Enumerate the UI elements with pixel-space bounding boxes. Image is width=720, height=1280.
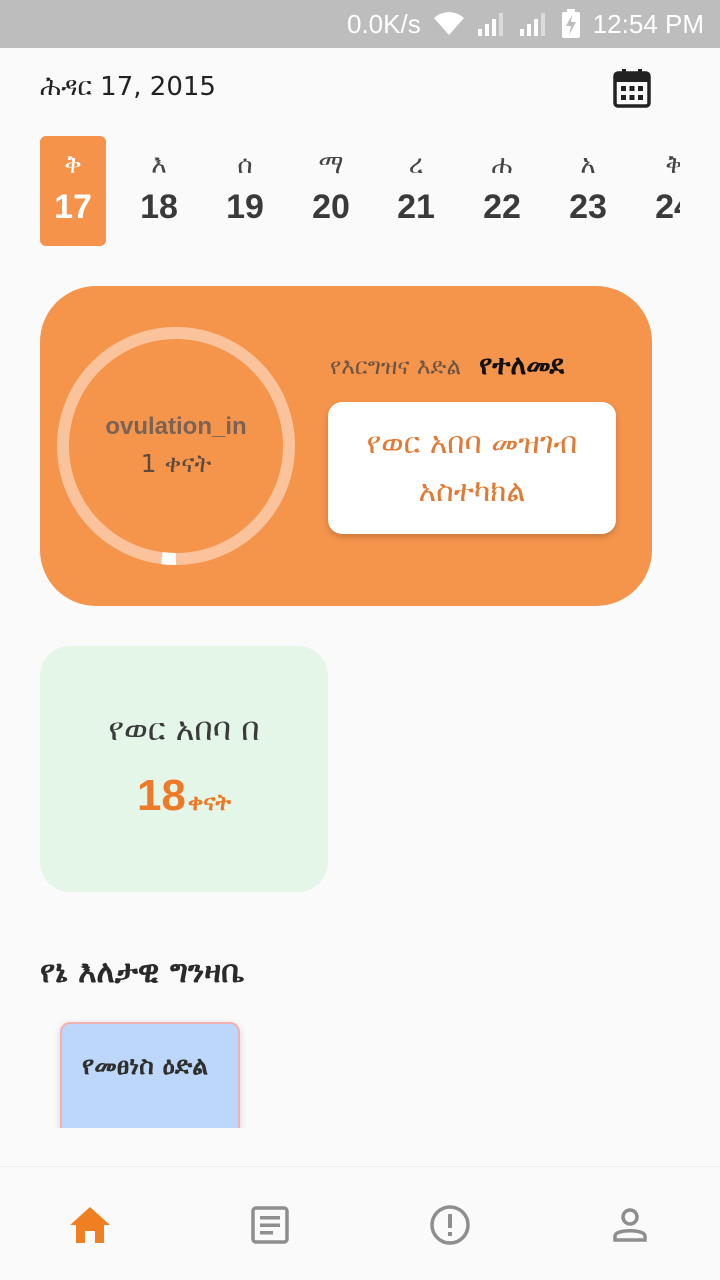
day-number: 21 — [397, 188, 435, 226]
day-item[interactable]: ረ 21 — [383, 136, 449, 246]
signal-icon — [519, 11, 549, 37]
period-countdown: 18 ቀናት — [137, 771, 231, 821]
day-letter: ማ — [318, 150, 344, 180]
day-item[interactable]: ቅ 24 — [641, 136, 680, 246]
day-letter: ሐ — [491, 150, 513, 180]
day-letter: አ — [580, 150, 596, 180]
day-letter: እ — [151, 150, 167, 180]
day-strip[interactable]: ቅ 17 እ 18 ሰ 19 ማ 20 ረ 21 ሐ 22 አ 23 ቅ 24 — [40, 136, 680, 246]
nav-alerts[interactable] — [422, 1197, 478, 1253]
clock: 12:54 PM — [592, 8, 704, 39]
ovulation-days: 1 ቀናት — [140, 449, 212, 478]
insight-card[interactable]: የመፀነስ ዕድል — [60, 1022, 240, 1142]
day-item[interactable]: ቅ 17 — [40, 136, 106, 246]
fertility-label: የእርግዝና እድል — [330, 354, 462, 380]
status-bar: 0.0K/s 12:54 PM — [0, 0, 720, 48]
insight-card-label: የመፀነስ ዕድል — [82, 1051, 209, 1080]
day-item[interactable]: አ 23 — [555, 136, 621, 246]
fertility-row: የእርግዝና እድል የተለመደ — [330, 350, 564, 382]
battery-charging-icon — [561, 9, 581, 39]
day-letter: ሰ — [237, 150, 253, 180]
day-number: 17 — [54, 188, 92, 226]
period-label: የወር አበባ በ — [108, 710, 260, 748]
period-days-unit: ቀናት — [187, 790, 232, 816]
current-date: ሕዳር 17, 2015 — [40, 72, 216, 102]
wifi-icon — [433, 11, 465, 37]
day-item[interactable]: እ 18 — [126, 136, 192, 246]
net-speed: 0.0K/s — [346, 8, 421, 39]
day-item[interactable]: ማ 20 — [298, 136, 364, 246]
day-number: 18 — [140, 188, 178, 226]
edit-period-log-button[interactable]: የወር አበባ መዝገብ አስተካክል — [328, 402, 616, 534]
content-clip — [0, 1128, 720, 1168]
day-letter: ቅ — [64, 150, 82, 180]
alert-icon — [430, 1205, 470, 1245]
period-countdown-card[interactable]: የወር አበባ በ 18 ቀናት — [40, 646, 328, 892]
nav-home[interactable] — [62, 1197, 118, 1253]
article-icon — [251, 1206, 289, 1244]
day-number: 23 — [569, 188, 607, 226]
day-number: 22 — [483, 188, 521, 226]
nav-profile[interactable] — [602, 1197, 658, 1253]
period-days: 18 — [136, 771, 186, 820]
day-number: 19 — [226, 188, 264, 226]
nav-articles[interactable] — [242, 1197, 298, 1253]
day-number: 20 — [312, 188, 350, 226]
signal-icon — [477, 11, 507, 37]
bottom-nav — [0, 1166, 720, 1280]
calendar-icon[interactable] — [610, 66, 654, 110]
day-item[interactable]: ሰ 19 — [212, 136, 278, 246]
day-item[interactable]: ሐ 22 — [469, 136, 535, 246]
ring-center: ovulation_in 1 ቀናት — [56, 326, 296, 566]
fertility-value: የተለመደ — [479, 350, 565, 381]
day-number: 24 — [655, 188, 680, 226]
day-letter: ቅ — [665, 150, 680, 180]
ovulation-label: ovulation_in — [105, 413, 247, 440]
cycle-card: ovulation_in 1 ቀናት የእርግዝና እድል የተለመደ የወር … — [40, 286, 652, 606]
home-icon — [70, 1207, 110, 1243]
profile-icon — [613, 1208, 647, 1242]
day-letter: ረ — [408, 150, 424, 180]
insights-title: የኔ እለታዊ ግንዛቤ — [40, 954, 245, 990]
